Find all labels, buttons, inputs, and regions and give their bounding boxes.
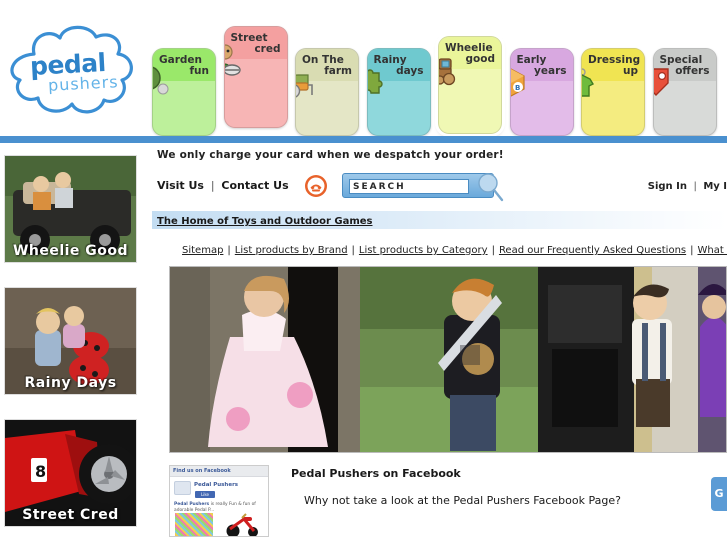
sitemap-link-5[interactable]: What our customer xyxy=(698,245,727,256)
hero-image-princess xyxy=(170,267,360,452)
sitemap-link-3[interactable]: List products by Category xyxy=(359,245,488,256)
contact-us-link[interactable]: Contact Us xyxy=(221,179,288,192)
facebook-heading: Pedal Pushers on Facebook xyxy=(291,467,461,480)
page-root: pedal pushers Garden fun Street cred On The f… xyxy=(0,0,727,545)
facebook-like-button[interactable]: Like xyxy=(195,491,215,498)
utility-links: Visit Us | Contact Us xyxy=(157,179,289,192)
sitemap-link-1[interactable]: Sitemap xyxy=(182,245,223,256)
category-tab-bar: Garden fun Street cred On The farm Rainy days Wh… xyxy=(152,26,727,136)
nav-tab-on-the-farm[interactable]: On The farm xyxy=(295,48,359,136)
facebook-description-bold: Pedal Pushers xyxy=(174,502,210,507)
facebook-thumbnail-confetti[interactable] xyxy=(175,513,213,536)
hero-image-witch xyxy=(698,267,726,452)
sitemap-separator: | xyxy=(491,245,495,256)
site-header: pedal pushers Garden fun Street cred On The f… xyxy=(0,0,727,136)
nav-tab-dressing-up[interactable]: Dressing up xyxy=(581,48,645,136)
svg-text:B: B xyxy=(515,84,520,92)
link-separator: | xyxy=(210,179,215,192)
sitemap-separator: | xyxy=(690,245,694,256)
hero-banner[interactable] xyxy=(169,266,727,453)
sitemap-separator: | xyxy=(351,245,355,256)
nav-tab-early-years[interactable]: Early years A B xyxy=(509,48,574,136)
side-feedback-tab[interactable]: G xyxy=(711,477,727,511)
nav-tab-special-offers[interactable]: Special offers xyxy=(652,48,717,136)
sidebar-item-street-cred[interactable]: 8 Street Cred xyxy=(4,419,137,527)
phone-icon[interactable] xyxy=(304,174,328,198)
sidebar-item-rainy-days[interactable]: Rainy Days xyxy=(4,287,137,395)
search-input[interactable] xyxy=(349,179,469,194)
sitemap-links: Sitemap | List products by Brand | List prod… xyxy=(152,245,727,256)
facebook-thumbnail-trike[interactable] xyxy=(220,513,264,536)
facebook-subtext: Why not take a look at the Pedal Pushers… xyxy=(304,494,621,507)
search-icon[interactable] xyxy=(473,170,507,204)
sidebar-caption: Wheelie Good xyxy=(12,243,129,259)
hero-image-knight xyxy=(360,267,538,452)
facebook-text-block: Pedal Pushers on Facebook Why not take a… xyxy=(291,465,621,537)
link-separator: | xyxy=(693,181,697,192)
sidebar-promo-list: Wheelie Good Rainy Days 8 Street Cred xyxy=(4,155,137,545)
facebook-widget-header: Find us on Facebook xyxy=(170,466,268,477)
hero-image-victorian-boy xyxy=(538,267,698,452)
sidebar-caption: Rainy Days xyxy=(24,375,117,391)
site-logo[interactable]: pedal pushers xyxy=(4,22,152,134)
facebook-widget[interactable]: Find us on Facebook Pedal Pushers Like P… xyxy=(169,465,269,537)
sitemap-link-4[interactable]: Read our Frequently Asked Questions xyxy=(499,245,686,256)
logo-text-secondary: pushers xyxy=(47,72,119,95)
facebook-section: Find us on Facebook Pedal Pushers Like P… xyxy=(169,465,727,537)
sidebar-caption: Street Cred xyxy=(22,507,119,523)
sitemap-separator: | xyxy=(227,245,231,256)
account-links: Sign In | My I xyxy=(648,181,727,192)
utility-row: Visit Us | Contact Us SEARCH Sign In | M… xyxy=(152,171,727,205)
nav-tab-street-cred[interactable]: Street cred xyxy=(223,26,288,128)
sitemap-link-2[interactable]: List products by Brand xyxy=(235,245,348,256)
sidebar-item-wheelie-good[interactable]: Wheelie Good xyxy=(4,155,137,263)
my-account-link[interactable]: My I xyxy=(703,181,727,192)
search-box[interactable] xyxy=(342,173,504,202)
facebook-page-avatar xyxy=(174,481,191,495)
nav-tab-rainy-days[interactable]: Rainy days xyxy=(366,48,431,136)
sign-in-link[interactable]: Sign In xyxy=(648,181,687,192)
promo-message: We only charge your card when we despatc… xyxy=(157,149,504,161)
tagline-link[interactable]: The Home of Toys and Outdoor Games xyxy=(157,213,372,231)
visit-us-link[interactable]: Visit Us xyxy=(157,179,204,192)
tagline-bar: The Home of Toys and Outdoor Games xyxy=(152,211,727,229)
facebook-page-name[interactable]: Pedal Pushers xyxy=(194,482,238,488)
nav-tab-wheelie-good[interactable]: Wheelie good xyxy=(438,36,502,134)
svg-text:8: 8 xyxy=(35,462,46,481)
header-divider xyxy=(0,136,727,143)
main-content: We only charge your card when we despatc… xyxy=(152,145,727,537)
nav-tab-garden-fun[interactable]: Garden fun xyxy=(152,48,216,136)
